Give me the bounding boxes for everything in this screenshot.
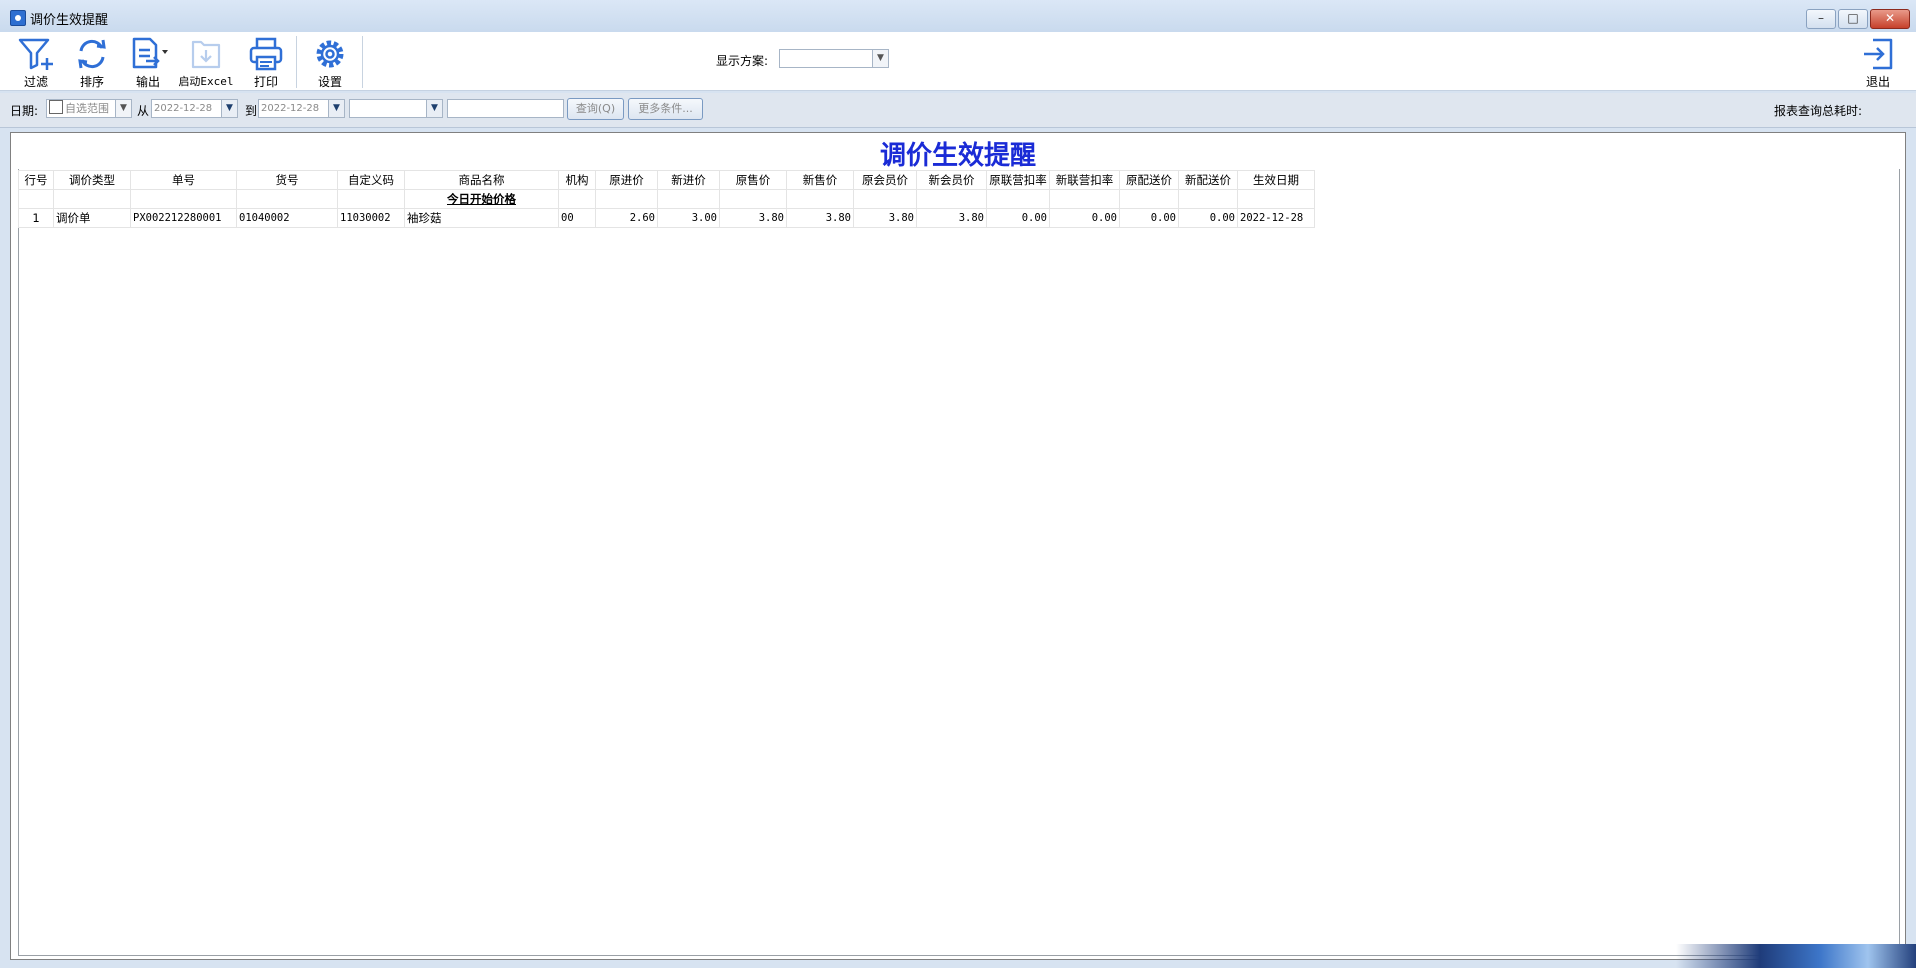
table-cell: 3.80: [719, 208, 787, 228]
table-header-row: 行号 调价类型 单号 货号 自定义码 商品名称 机构 原进价 新进价 原售价 新售价 原会员价 新会员价…: [18, 170, 1315, 190]
report-area: 调价生效提醒 行号 调价类型 单号 货号 自定义码 商品名称 机构 原进价 新进价 原售价 新售价原…: [10, 132, 1906, 960]
table-cell: 3.80: [916, 208, 987, 228]
table-cell: 0.00: [986, 208, 1050, 228]
filter-button[interactable]: 过滤: [16, 36, 56, 90]
table-cell: 3.80: [853, 208, 917, 228]
table-cell: 2.60: [595, 208, 658, 228]
column-header[interactable]: 新会员价: [916, 170, 987, 190]
more-conditions-button[interactable]: 更多条件...: [628, 98, 703, 120]
date-range-select[interactable]: 自选范围 ▼: [46, 99, 132, 118]
group-row: 今日开始价格: [18, 189, 1315, 209]
report-title: 调价生效提醒: [879, 141, 1036, 171]
to-date-value: 2022-12-28: [261, 103, 320, 114]
report-frame: [18, 169, 1900, 956]
printer-icon: [249, 37, 283, 71]
filter-bar: 日期: 自选范围 ▼ 从 2022-12-28 ▼ 到 2022-12-28 ▼…: [0, 93, 1916, 128]
title-bar: 调价生效提醒 – □ ✕: [0, 0, 1916, 33]
query-button[interactable]: 查询(Q): [567, 98, 624, 120]
table-cell: 调价单: [53, 208, 131, 228]
table-cell: 0.00: [1178, 208, 1238, 228]
column-header[interactable]: 机构: [558, 170, 596, 190]
toolbar: 过滤 排序 输出 启动Excel 打印 设置 显示方案: ▼ 退出: [0, 32, 1916, 91]
chevron-down-icon: ▼: [426, 100, 442, 117]
filter-icon: [18, 38, 53, 70]
from-date-picker[interactable]: 2022-12-28 ▼: [151, 99, 238, 118]
date-range-value: 自选范围: [65, 102, 109, 115]
settings-label: 设置: [317, 75, 342, 89]
table-cell: PX002212280001: [130, 208, 237, 228]
column-header[interactable]: 行号: [18, 170, 54, 190]
close-button[interactable]: ✕: [1870, 9, 1910, 29]
chevron-down-icon: ▼: [872, 50, 888, 67]
table-cell: 袖珍菇: [404, 208, 559, 228]
chevron-down-icon: ▼: [328, 100, 344, 117]
chevron-down-icon: ▼: [115, 100, 131, 117]
table-cell: 3.80: [786, 208, 854, 228]
table-cell: 1: [18, 208, 54, 228]
exit-label: 退出: [1865, 75, 1890, 89]
column-header[interactable]: 原配送价: [1119, 170, 1179, 190]
column-header[interactable]: 新售价: [786, 170, 854, 190]
excel-icon: [191, 40, 221, 69]
filter-label: 过滤: [23, 75, 48, 89]
sort-button[interactable]: 排序: [72, 36, 112, 90]
output-label: 输出: [135, 75, 160, 89]
exit-button[interactable]: 退出: [1858, 36, 1898, 90]
refresh-icon: [78, 39, 106, 69]
table-cell: 2022-12-28: [1237, 208, 1315, 228]
export-icon: [132, 37, 168, 69]
report-table: 行号 调价类型 单号 货号 自定义码 商品名称 机构 原进价 新进价 原售价 新售价 原会员价 新会员价…: [18, 170, 1315, 228]
chevron-down-icon: ▼: [221, 100, 237, 117]
desktop-wallpaper-strip: [1676, 944, 1916, 968]
print-button[interactable]: 打印: [246, 36, 286, 90]
toolbar-separator: [296, 36, 297, 88]
excel-button[interactable]: 启动Excel: [178, 36, 234, 89]
gear-icon: [316, 40, 344, 68]
table-cell: 11030002: [337, 208, 405, 228]
app-icon: [10, 10, 26, 26]
display-plan-label: 显示方案:: [716, 54, 769, 68]
table-row[interactable]: 1 调价单 PX002212280001 01040002 11030002 袖珍菇 00 2…: [18, 208, 1315, 228]
toolbar-separator: [362, 36, 363, 88]
from-date-value: 2022-12-28: [154, 103, 213, 114]
column-header[interactable]: 原联营扣率: [986, 170, 1050, 190]
table-cell: 0.00: [1119, 208, 1179, 228]
extra-filter-input[interactable]: [447, 99, 564, 118]
column-header[interactable]: 原售价: [719, 170, 787, 190]
exit-icon: [1864, 38, 1893, 70]
column-header[interactable]: 商品名称: [404, 170, 559, 190]
group-label: 今日开始价格: [404, 189, 559, 209]
column-header[interactable]: 新进价: [657, 170, 720, 190]
from-label: 从: [137, 104, 150, 118]
maximize-button[interactable]: □: [1838, 9, 1868, 29]
display-plan-select[interactable]: ▼: [779, 49, 889, 68]
output-button[interactable]: 输出: [128, 36, 168, 90]
sort-label: 排序: [79, 75, 104, 89]
column-header[interactable]: 调价类型: [53, 170, 131, 190]
column-header[interactable]: 货号: [236, 170, 338, 190]
to-date-picker[interactable]: 2022-12-28 ▼: [258, 99, 345, 118]
window-title: 调价生效提醒: [30, 13, 109, 28]
date-label: 日期:: [10, 104, 39, 118]
table-cell: 01040002: [236, 208, 338, 228]
column-header[interactable]: 新联营扣率: [1049, 170, 1120, 190]
calendar-icon: [49, 100, 63, 114]
column-header[interactable]: 原进价: [595, 170, 658, 190]
table-cell: 3.00: [657, 208, 720, 228]
table-cell: 00: [558, 208, 596, 228]
to-label: 到: [245, 104, 258, 118]
column-header[interactable]: 新配送价: [1178, 170, 1238, 190]
minimize-button[interactable]: –: [1806, 9, 1836, 29]
print-label: 打印: [253, 75, 278, 89]
table-cell: 0.00: [1049, 208, 1120, 228]
column-header[interactable]: 自定义码: [337, 170, 405, 190]
column-header[interactable]: 单号: [130, 170, 237, 190]
column-header[interactable]: 生效日期: [1237, 170, 1315, 190]
query-elapsed-label: 报表查询总耗时:: [1774, 104, 1863, 118]
extra-filter-select[interactable]: ▼: [349, 99, 443, 118]
excel-label: 启动Excel: [178, 75, 234, 88]
settings-button[interactable]: 设置: [310, 36, 350, 90]
column-header[interactable]: 原会员价: [853, 170, 917, 190]
